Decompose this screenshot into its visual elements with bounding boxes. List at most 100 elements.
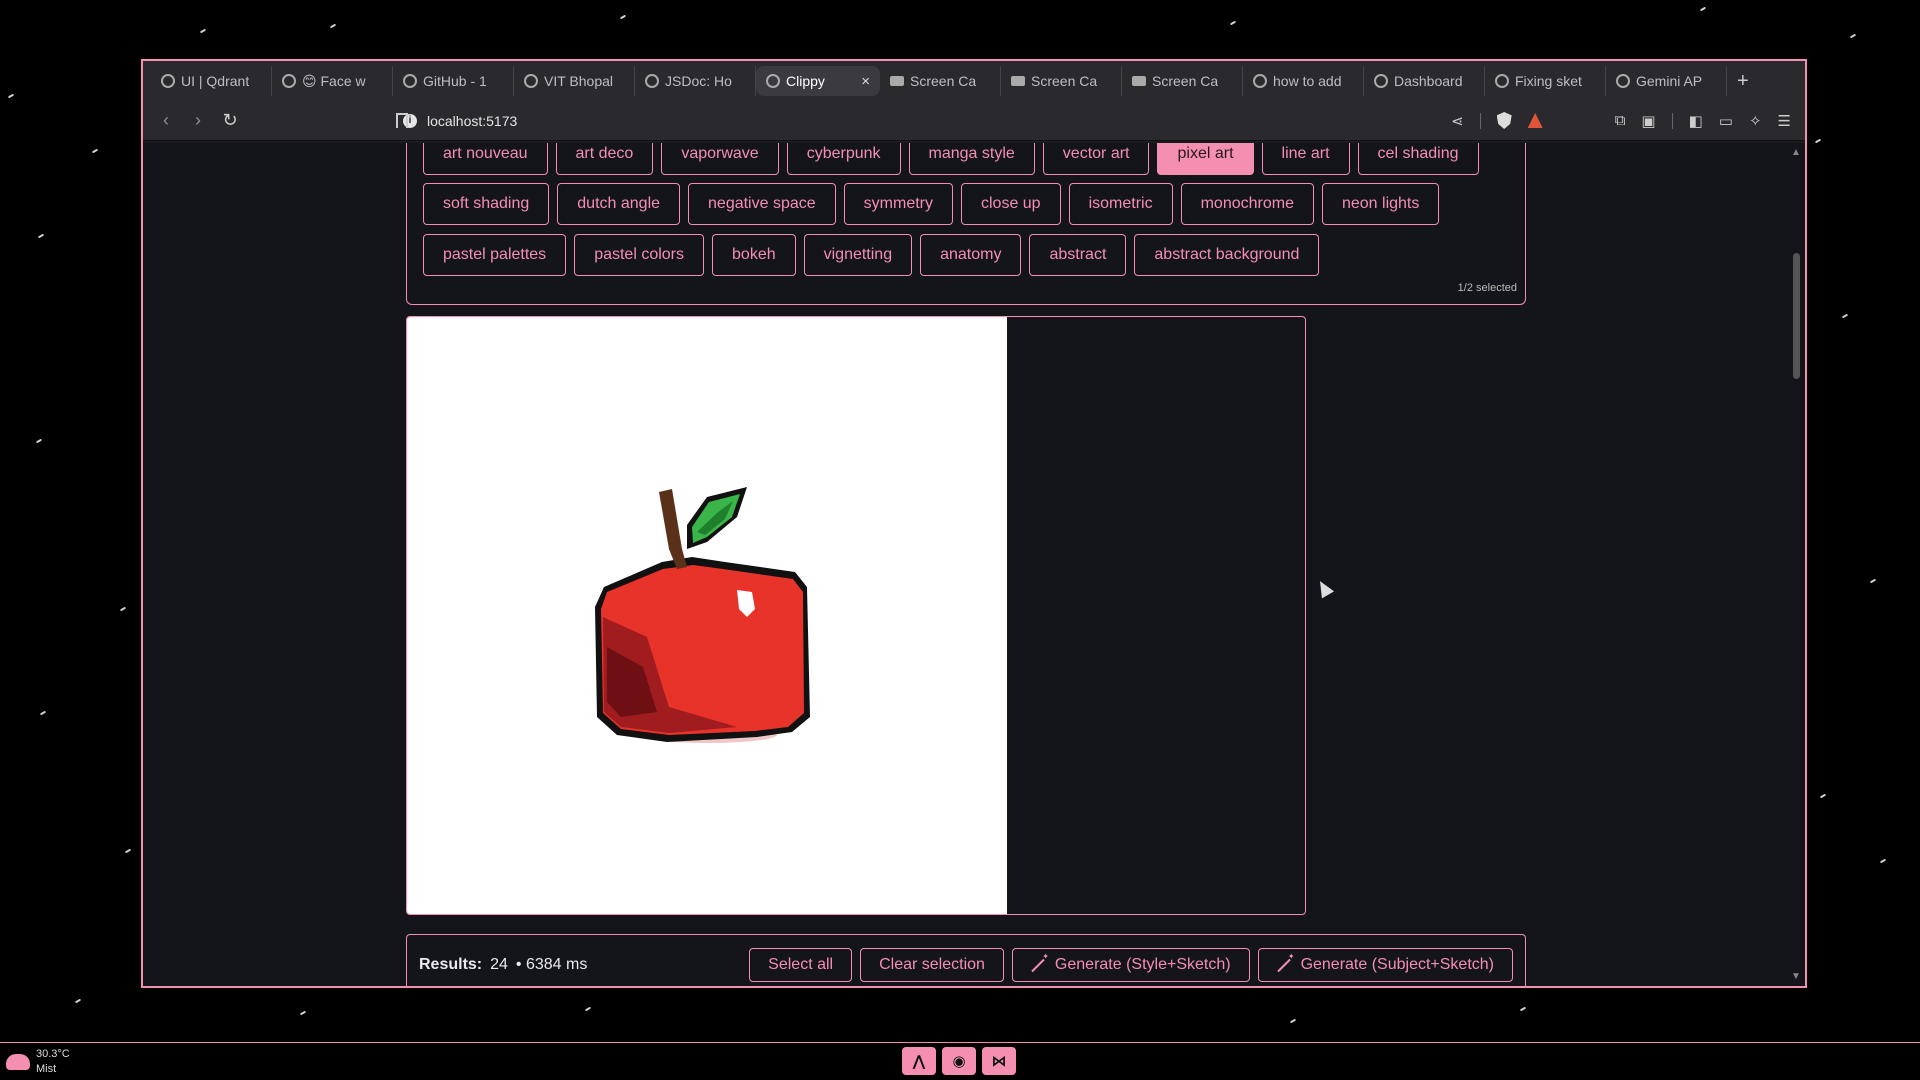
- weather-widget[interactable]: 30.3°C Mist: [6, 1047, 70, 1077]
- tab-label: 😊 Face w: [302, 72, 366, 89]
- style-tag[interactable]: bokeh: [712, 234, 796, 276]
- tab-favicon-icon: [161, 74, 175, 88]
- style-tag[interactable]: isometric: [1068, 183, 1173, 225]
- menu-icon[interactable]: ☰: [1778, 112, 1791, 130]
- new-tab-button[interactable]: +: [1727, 70, 1759, 93]
- style-tag[interactable]: abstract: [1029, 234, 1127, 276]
- reload-icon[interactable]: ↻: [221, 110, 239, 131]
- wallet-icon[interactable]: ▭: [1719, 112, 1733, 130]
- clear-selection-button[interactable]: Clear selection: [860, 947, 1004, 982]
- address-bar[interactable]: i localhost:5173: [403, 113, 517, 129]
- arch-icon[interactable]: ⋀: [902, 1047, 936, 1075]
- browser-tab[interactable]: JSDoc: Ho: [635, 66, 756, 96]
- tab-favicon-icon: [1616, 74, 1630, 88]
- vscode-icon[interactable]: ⋈: [982, 1047, 1016, 1075]
- style-tag[interactable]: cel shading: [1357, 143, 1479, 175]
- tag-row-3: pastel palettes pastel colors bokeh vignett…: [423, 234, 1320, 276]
- style-tag[interactable]: art deco: [555, 143, 654, 175]
- browser-tab[interactable]: UI | Qdrant: [151, 66, 272, 96]
- tab-label: Clippy: [786, 73, 825, 89]
- leo-ai-icon[interactable]: ✧: [1749, 112, 1762, 130]
- style-tag[interactable]: soft shading: [423, 183, 550, 225]
- result-image[interactable]: [407, 317, 1007, 914]
- tab-favicon-icon: [1374, 74, 1388, 88]
- browser-tab[interactable]: Screen Ca: [1001, 66, 1122, 96]
- style-tag[interactable]: abstract background: [1134, 234, 1320, 276]
- style-tag[interactable]: close up: [960, 183, 1061, 225]
- style-tag[interactable]: monochrome: [1180, 183, 1314, 225]
- browser-tab[interactable]: Fixing sket: [1485, 66, 1606, 96]
- browser-tab[interactable]: how to add: [1243, 66, 1364, 96]
- style-tag[interactable]: pixel art: [1157, 143, 1254, 175]
- browser-tab[interactable]: VIT Bhopal: [514, 66, 635, 96]
- close-tab-icon[interactable]: ×: [861, 73, 870, 90]
- tab-favicon-icon: [1132, 76, 1146, 86]
- page-content: art nouveau art deco vaporwave cyberpunk man…: [143, 143, 1805, 986]
- browser-tab[interactable]: 😊 Face w: [272, 66, 393, 96]
- sidebar-icon[interactable]: ◧: [1689, 112, 1703, 130]
- browser-window: UI | Qdrant 😊 Face w GitHub - 1 VIT Bhopal J…: [141, 59, 1807, 988]
- results-count: 24: [490, 955, 508, 973]
- weather-temperature: 30.3°C: [36, 1048, 70, 1060]
- tab-label: VIT Bhopal: [544, 73, 614, 89]
- style-tag[interactable]: negative space: [688, 183, 836, 225]
- style-tag[interactable]: symmetry: [843, 183, 953, 225]
- style-tag[interactable]: art nouveau: [423, 143, 548, 175]
- selection-count: 1/2 selected: [1457, 282, 1517, 294]
- style-tag[interactable]: neon lights: [1321, 183, 1440, 225]
- generate-subject-sketch-label: Generate (Subject+Sketch): [1300, 955, 1494, 973]
- discord-icon[interactable]: ◉: [942, 1047, 976, 1075]
- style-tag[interactable]: line art: [1261, 143, 1350, 175]
- url-text[interactable]: localhost:5173: [427, 113, 517, 129]
- style-tag[interactable]: dutch angle: [557, 183, 681, 225]
- tab-bar: UI | Qdrant 😊 Face w GitHub - 1 VIT Bhopal J…: [143, 61, 1805, 101]
- toolbar-divider-2: [1671, 112, 1673, 129]
- brave-shield-icon[interactable]: [1496, 112, 1512, 129]
- tab-label: Screen Ca: [910, 73, 977, 89]
- generate-style-sketch-button[interactable]: Generate (Style+Sketch): [1011, 947, 1250, 982]
- rewards-icon[interactable]: 1: [1527, 113, 1543, 128]
- tab-label: how to add: [1273, 73, 1342, 89]
- style-tag[interactable]: pastel palettes: [423, 234, 567, 276]
- browser-tab[interactable]: Dashboard: [1364, 66, 1485, 96]
- share-icon[interactable]: ⋖: [1451, 112, 1464, 130]
- extensions-icon[interactable]: ⧉: [1615, 112, 1626, 129]
- tab-favicon-icon: [1011, 76, 1025, 86]
- tab-favicon-icon: [1495, 74, 1509, 88]
- select-all-button[interactable]: Select all: [749, 947, 853, 982]
- forward-icon[interactable]: ›: [189, 110, 207, 131]
- magic-wand-icon: [1031, 952, 1049, 972]
- magic-wand-icon: [1277, 952, 1295, 972]
- result-image-card[interactable]: [406, 316, 1306, 915]
- browser-tab[interactable]: Gemini AP: [1606, 66, 1727, 96]
- tag-row-1: art nouveau art deco vaporwave cyberpunk man…: [423, 143, 1479, 175]
- dock: ⋀ ◉ ⋈: [902, 1047, 1016, 1075]
- generate-style-sketch-label: Generate (Style+Sketch): [1054, 955, 1231, 973]
- style-tag[interactable]: manga style: [908, 143, 1035, 175]
- apple-illustration: [595, 487, 810, 743]
- style-tag[interactable]: vaporwave: [661, 143, 779, 175]
- tab-favicon-icon: [890, 76, 904, 86]
- style-tag[interactable]: cyberpunk: [786, 143, 901, 175]
- toolbar-divider: [1479, 112, 1481, 129]
- back-icon[interactable]: ‹: [157, 110, 175, 131]
- page-scrollbar[interactable]: ▲ ▼: [1791, 147, 1801, 982]
- browser-tab[interactable]: GitHub - 1: [393, 66, 514, 96]
- scroll-up-icon[interactable]: ▲: [1791, 147, 1801, 158]
- generate-subject-sketch-button[interactable]: Generate (Subject+Sketch): [1257, 947, 1513, 982]
- browser-toolbar: ‹ › ↻ i localhost:5173 ⋖ 1 ⧉ ▣ ◧ ▭ ✧ ☰: [143, 101, 1805, 141]
- browser-tab[interactable]: Screen Ca: [1122, 66, 1243, 96]
- style-tag[interactable]: vector art: [1042, 143, 1150, 175]
- bookmark-icon[interactable]: [396, 113, 408, 128]
- scroll-thumb[interactable]: [1793, 253, 1800, 379]
- screenshot-icon[interactable]: ▣: [1641, 112, 1655, 130]
- browser-tab[interactable]: Clippy ×: [756, 66, 880, 96]
- tab-label: Dashboard: [1394, 73, 1463, 89]
- style-tag[interactable]: pastel colors: [574, 234, 705, 276]
- style-tag[interactable]: vignetting: [803, 234, 913, 276]
- tab-label: Screen Ca: [1031, 73, 1098, 89]
- style-tag[interactable]: anatomy: [920, 234, 1022, 276]
- browser-tab[interactable]: Screen Ca: [880, 66, 1001, 96]
- tab-favicon-icon: [1253, 74, 1267, 88]
- scroll-down-icon[interactable]: ▼: [1791, 971, 1801, 982]
